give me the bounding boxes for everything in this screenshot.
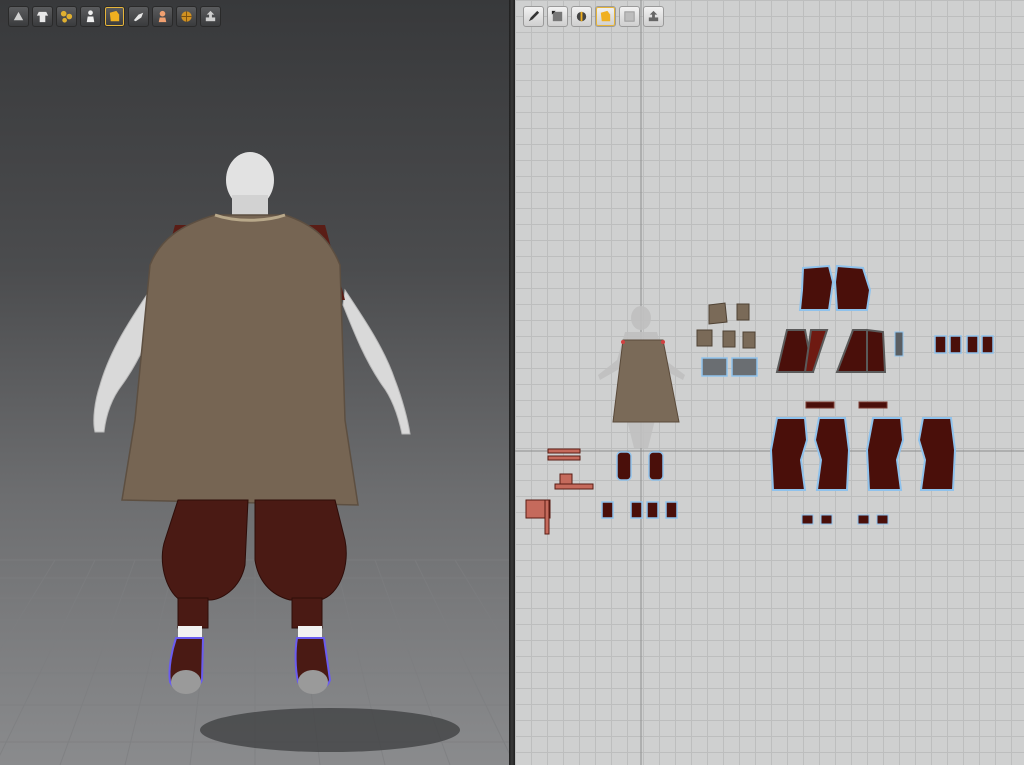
cape-3d [121,214,359,506]
shoe-pieces[interactable] [601,451,678,519]
collar-pieces[interactable] [696,302,756,349]
internal-line-icon[interactable] [571,6,592,27]
3d-viewport[interactable] [0,0,509,765]
edit-pattern-icon[interactable] [523,6,544,27]
2d-toolbar [523,6,664,27]
avatar-pose-icon[interactable] [80,6,101,27]
export-pattern-icon[interactable] [643,6,664,27]
garment-icon[interactable] [32,6,53,27]
2d-pattern-canvas[interactable] [515,0,1024,765]
waistband-pieces[interactable] [805,401,888,409]
selected-pieces[interactable] [525,448,594,535]
3d-scene[interactable] [0,0,509,765]
cape-pattern[interactable] [612,339,680,423]
avatar-head [226,152,274,223]
button-icon[interactable] [56,6,77,27]
shoes-3d [168,637,332,694]
texture-globe-icon[interactable] [176,6,197,27]
free-sewing-icon[interactable] [619,6,640,27]
export-icon[interactable] [200,6,221,27]
cape-pin-right [661,340,665,344]
pants-3d [161,499,347,629]
cape-pin-left [621,340,625,344]
strap-piece[interactable] [894,331,904,357]
fold-icon[interactable] [104,6,125,27]
bodice-front-pieces[interactable] [798,264,872,311]
belt-pieces[interactable] [701,357,758,377]
pin-icon[interactable] [128,6,149,27]
transform-pattern-icon[interactable] [547,6,568,27]
cuff-pieces[interactable] [934,335,994,354]
select-mesh-icon[interactable] [8,6,29,27]
avatar-skin-icon[interactable] [152,6,173,27]
sleeve-pieces[interactable] [775,328,887,373]
segment-sewing-icon[interactable] [595,6,616,27]
3d-toolbar [8,6,221,27]
2d-pattern-viewport[interactable] [515,0,1024,765]
trouser-pieces[interactable] [769,417,957,491]
ankle-pieces[interactable] [801,514,889,525]
avatar-shadow [200,708,460,752]
